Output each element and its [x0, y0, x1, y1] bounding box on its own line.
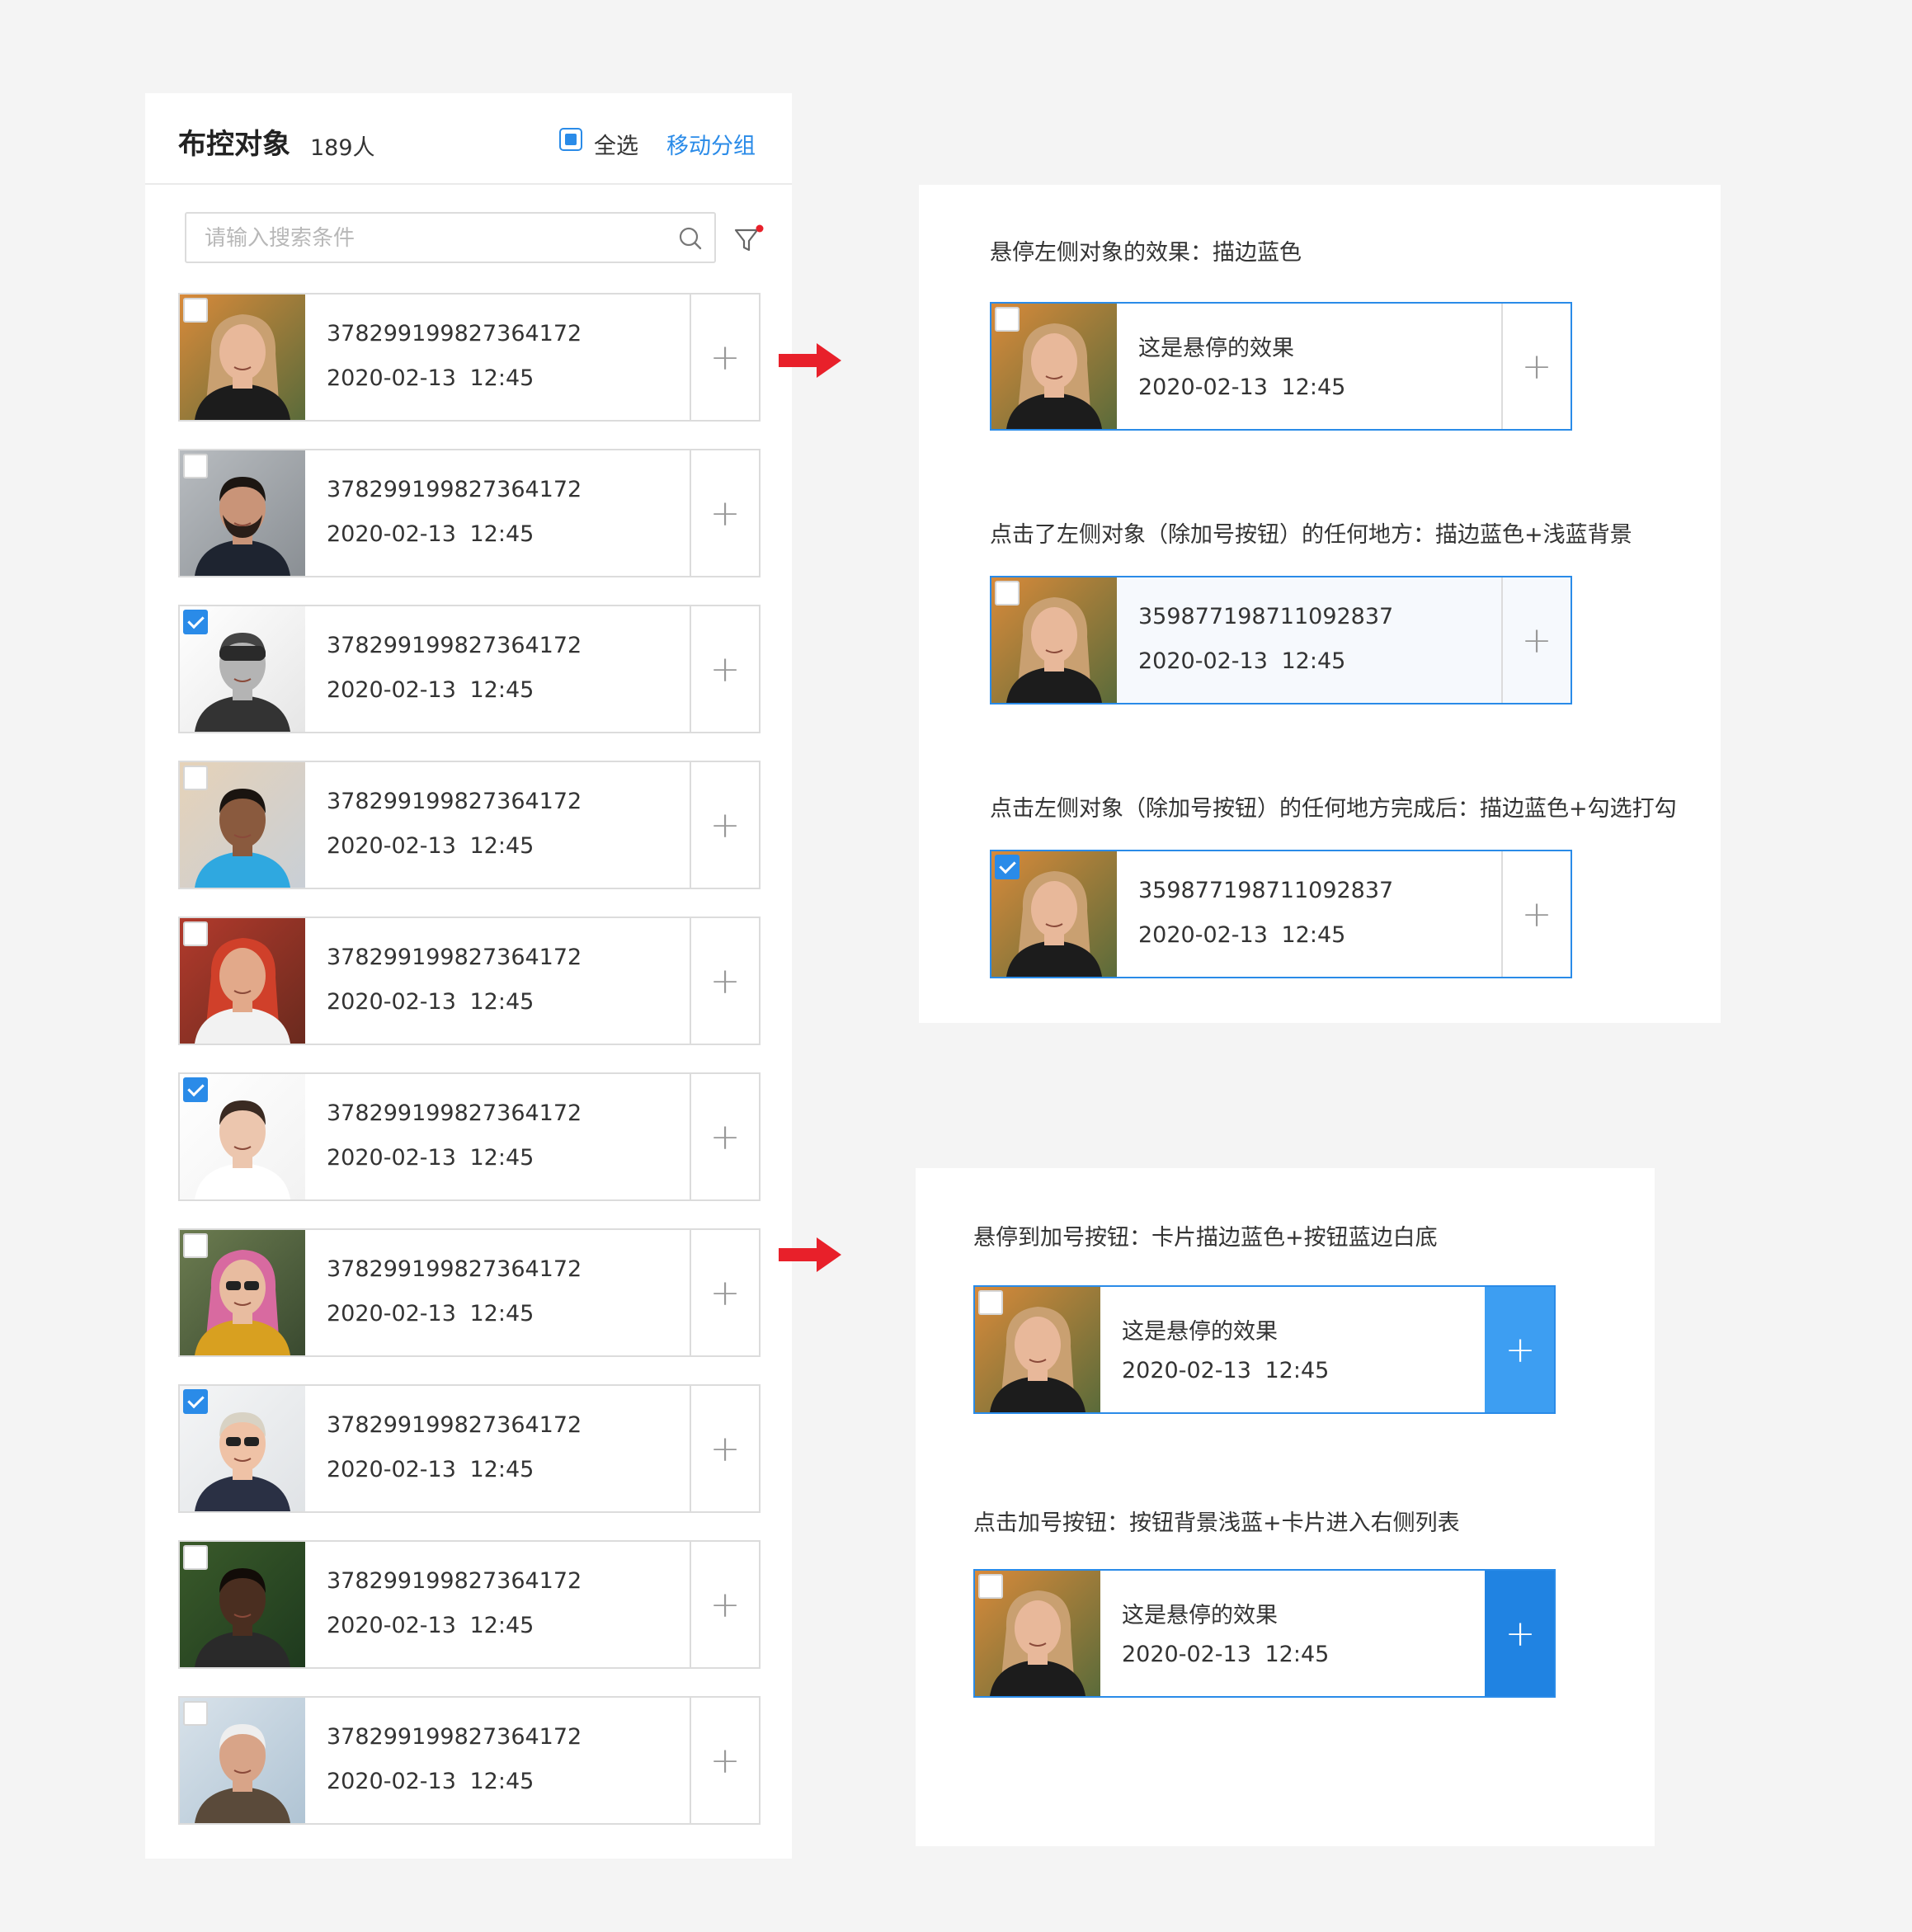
- target-date: 2020-02-13 12:45: [327, 1457, 535, 1482]
- target-date: 2020-02-13 12:45: [1122, 1358, 1330, 1383]
- hover-state-card[interactable]: 这是悬停的效果 2020-02-13 12:45 +: [990, 302, 1572, 431]
- add-button[interactable]: +: [1501, 851, 1571, 977]
- item-checkbox[interactable]: [183, 1545, 208, 1570]
- item-checkbox[interactable]: [995, 581, 1020, 606]
- add-button[interactable]: +: [1501, 577, 1571, 703]
- target-id: 这是悬停的效果: [1138, 336, 1294, 361]
- add-button[interactable]: +: [1485, 1287, 1554, 1412]
- target-id: 这是悬停的效果: [1122, 1603, 1278, 1628]
- panel-title: 布控对象: [178, 128, 290, 161]
- add-button[interactable]: +: [690, 606, 759, 732]
- target-id: 378299199827364172: [327, 477, 582, 502]
- target-id: 378299199827364172: [327, 1100, 582, 1126]
- target-date: 2020-02-13 12:45: [327, 833, 535, 859]
- target-date: 2020-02-13 12:45: [1138, 648, 1346, 674]
- state-note: 点击了左侧对象（除加号按钮）的任何地方：描边蓝色+浅蓝背景: [990, 522, 1632, 548]
- item-checkbox[interactable]: [183, 610, 208, 634]
- select-all-checkbox[interactable]: [559, 128, 582, 151]
- target-id: 378299199827364172: [327, 321, 582, 346]
- item-checkbox[interactable]: [978, 1290, 1003, 1315]
- target-card[interactable]: 378299199827364172 2020-02-13 12:45 +: [178, 761, 761, 889]
- search-box: [185, 212, 716, 263]
- plus-hover-card[interactable]: 这是悬停的效果 2020-02-13 12:45 +: [973, 1285, 1556, 1414]
- target-date: 2020-02-13 12:45: [1138, 922, 1346, 948]
- move-group-link[interactable]: 移动分组: [666, 128, 756, 160]
- target-id: 378299199827364172: [327, 1256, 582, 1282]
- panel-header: 布控对象 189人 全选 移动分组: [145, 93, 792, 185]
- target-count: 189人: [310, 135, 375, 161]
- item-checkbox[interactable]: [183, 298, 208, 323]
- add-button[interactable]: +: [690, 1074, 759, 1199]
- item-checkbox[interactable]: [995, 307, 1020, 332]
- target-card[interactable]: 378299199827364172 2020-02-13 12:45 +: [178, 449, 761, 577]
- state-note: 点击左侧对象（除加号按钮）的任何地方完成后：描边蓝色+勾选打勾: [990, 796, 1677, 822]
- add-button[interactable]: +: [1501, 304, 1571, 429]
- target-id: 378299199827364172: [327, 945, 582, 970]
- target-date: 2020-02-13 12:45: [1138, 375, 1346, 400]
- target-id: 378299199827364172: [327, 1568, 582, 1594]
- card-states-panel: 悬停左侧对象的效果：描边蓝色 这是悬停的效果 2020-02-13 12:45 …: [919, 185, 1721, 1023]
- item-checkbox[interactable]: [183, 1389, 208, 1414]
- target-id: 378299199827364172: [327, 1724, 582, 1750]
- state-note: 悬停到加号按钮：卡片描边蓝色+按钮蓝边白底: [973, 1225, 1438, 1251]
- target-date: 2020-02-13 12:45: [1122, 1642, 1330, 1667]
- add-button[interactable]: +: [690, 1542, 759, 1667]
- target-card[interactable]: 378299199827364172 2020-02-13 12:45 +: [178, 1072, 761, 1201]
- target-date: 2020-02-13 12:45: [327, 1613, 535, 1638]
- target-id: 378299199827364172: [327, 633, 582, 658]
- plus-clicked-card[interactable]: 这是悬停的效果 2020-02-13 12:45 +: [973, 1569, 1556, 1698]
- target-card[interactable]: 378299199827364172 2020-02-13 12:45 +: [178, 293, 761, 422]
- target-date: 2020-02-13 12:45: [327, 989, 535, 1015]
- target-id: 359877198711092837: [1138, 878, 1394, 903]
- target-card[interactable]: 378299199827364172 2020-02-13 12:45 +: [178, 1228, 761, 1357]
- item-checkbox[interactable]: [183, 1701, 208, 1726]
- checked-state-card[interactable]: 359877198711092837 2020-02-13 12:45 +: [990, 850, 1572, 978]
- item-checkbox[interactable]: [183, 921, 208, 946]
- add-button[interactable]: +: [690, 1698, 759, 1823]
- target-id: 378299199827364172: [327, 789, 582, 814]
- add-button[interactable]: +: [690, 918, 759, 1044]
- target-card[interactable]: 378299199827364172 2020-02-13 12:45 +: [178, 605, 761, 733]
- select-all-label[interactable]: 全选: [594, 128, 638, 160]
- item-checkbox[interactable]: [183, 1077, 208, 1102]
- add-button[interactable]: +: [690, 295, 759, 420]
- add-button[interactable]: +: [690, 1230, 759, 1355]
- arrow-right-icon: [779, 1237, 841, 1272]
- target-date: 2020-02-13 12:45: [327, 1769, 535, 1794]
- item-checkbox[interactable]: [183, 1233, 208, 1258]
- target-id: 378299199827364172: [327, 1412, 582, 1438]
- filter-icon[interactable]: [732, 224, 765, 257]
- item-checkbox[interactable]: [978, 1574, 1003, 1599]
- plus-states-panel: 悬停到加号按钮：卡片描边蓝色+按钮蓝边白底 这是悬停的效果 2020-02-13…: [916, 1168, 1655, 1846]
- target-id: 这是悬停的效果: [1122, 1319, 1278, 1345]
- target-card[interactable]: 378299199827364172 2020-02-13 12:45 +: [178, 1696, 761, 1825]
- target-id: 359877198711092837: [1138, 604, 1394, 629]
- target-card[interactable]: 378299199827364172 2020-02-13 12:45 +: [178, 917, 761, 1045]
- add-button[interactable]: +: [690, 1386, 759, 1511]
- state-note: 悬停左侧对象的效果：描边蓝色: [990, 240, 1302, 266]
- target-card[interactable]: 378299199827364172 2020-02-13 12:45 +: [178, 1384, 761, 1513]
- target-date: 2020-02-13 12:45: [327, 1145, 535, 1171]
- state-note: 点击加号按钮：按钮背景浅蓝+卡片进入右侧列表: [973, 1510, 1460, 1536]
- search-icon[interactable]: [678, 226, 703, 251]
- add-button[interactable]: +: [690, 450, 759, 576]
- add-button[interactable]: +: [690, 762, 759, 888]
- arrow-right-icon: [779, 343, 841, 378]
- search-input[interactable]: [203, 220, 668, 257]
- item-checkbox[interactable]: [183, 454, 208, 478]
- target-card[interactable]: 378299199827364172 2020-02-13 12:45 +: [178, 1540, 761, 1669]
- target-date: 2020-02-13 12:45: [327, 521, 535, 547]
- target-date: 2020-02-13 12:45: [327, 677, 535, 703]
- target-date: 2020-02-13 12:45: [327, 365, 535, 391]
- item-checkbox[interactable]: [995, 855, 1020, 879]
- target-date: 2020-02-13 12:45: [327, 1301, 535, 1326]
- item-checkbox[interactable]: [183, 766, 208, 790]
- target-list-panel: 布控对象 189人 全选 移动分组 378299199827364172 202…: [145, 93, 792, 1859]
- add-button[interactable]: +: [1485, 1571, 1554, 1696]
- clicked-state-card[interactable]: 359877198711092837 2020-02-13 12:45 +: [990, 576, 1572, 704]
